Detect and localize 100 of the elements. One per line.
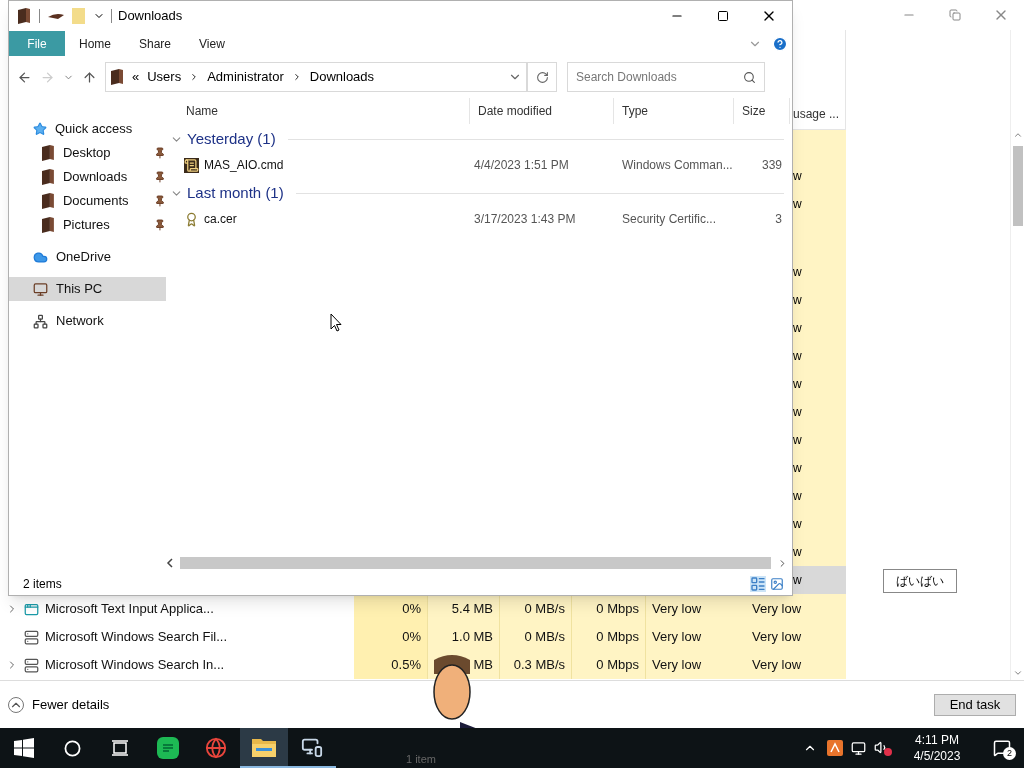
volume-muted-icon[interactable] (874, 740, 892, 756)
power-cell: Very low (646, 595, 746, 623)
certificate-icon (184, 211, 199, 227)
folder-icon (41, 169, 55, 185)
column-header[interactable]: Name (166, 98, 470, 124)
process-name: Microsoft Windows Search In... (45, 656, 225, 675)
refresh-button[interactable] (527, 62, 557, 92)
column-header[interactable]: Type (614, 98, 734, 124)
power-trend-cell-text: w (793, 432, 803, 449)
nav-item[interactable]: This PC (9, 277, 166, 301)
status-text: 2 items (23, 576, 63, 593)
star-icon (33, 122, 47, 136)
nav-item[interactable]: Quick access (9, 117, 166, 141)
network-cell: 0 Mbps (572, 623, 646, 651)
power-trend-cell: Very low (746, 595, 846, 623)
end-task-button[interactable]: End task (934, 693, 1016, 716)
pin-icon[interactable] (154, 195, 166, 207)
refresh-icon[interactable] (535, 70, 549, 84)
bookmark-icon[interactable] (48, 12, 64, 20)
column-header[interactable]: Date modified (470, 98, 614, 124)
notifications-button[interactable]: 2 (980, 728, 1024, 768)
ribbon-tab[interactable]: View (185, 31, 239, 56)
column-header[interactable]: usage ... (793, 105, 840, 123)
network-cell: 0 Mbps (572, 651, 646, 679)
process-name: Microsoft Text Input Applica... (45, 600, 214, 619)
disk-cell: 0.3 MB/s (500, 651, 572, 679)
fewer-details-button[interactable]: Fewer details (8, 694, 110, 715)
nav-item[interactable]: Desktop (9, 141, 166, 165)
cpu-cell: 0% (354, 595, 428, 623)
memory-cell: 5.4 MB (428, 595, 500, 623)
back-icon[interactable] (17, 69, 32, 85)
power-trend-cell-text: w (793, 404, 803, 421)
group-header[interactable]: Yesterday (1) (187, 127, 276, 151)
power-trend-cell-text: w (793, 320, 803, 337)
monitor-icon (33, 281, 48, 297)
nav-item[interactable]: Documents (9, 189, 166, 213)
scroll-up-icon[interactable] (1012, 130, 1023, 140)
power-trend-cell-text: w (793, 544, 803, 561)
horizontal-scrollbar[interactable] (166, 555, 788, 571)
taskbar-button[interactable] (240, 728, 288, 768)
folder-icon (41, 217, 55, 233)
notification-count: 2 (1003, 747, 1016, 760)
pin-icon[interactable] (154, 219, 166, 231)
folder-icon (41, 193, 55, 209)
vertical-scrollbar[interactable] (1010, 30, 1024, 680)
nav-item[interactable]: Pictures (9, 213, 166, 237)
scroll-left-icon[interactable] (166, 558, 174, 568)
large-icons-view-icon[interactable] (770, 577, 784, 591)
cpu-cell: 0.5% (354, 651, 428, 679)
breadcrumb[interactable]: Downloads (309, 67, 375, 87)
browser-icon (205, 737, 227, 759)
scrollbar-thumb[interactable] (180, 557, 771, 569)
notes-app-icon (157, 737, 179, 759)
cloud-icon (33, 249, 48, 265)
maximize-icon[interactable] (717, 10, 729, 22)
network-cell: 0 Mbps (572, 595, 646, 623)
address-overflow[interactable]: « (132, 67, 140, 87)
notifications-icon[interactable] (993, 739, 1011, 757)
file-name[interactable]: ca.cer (204, 210, 237, 228)
breadcrumb[interactable]: Administrator (207, 67, 284, 87)
window-title: Downloads (118, 7, 183, 26)
date-cell-text: 4/4/2023 1:51 PM (473, 157, 570, 174)
type-cell-text: Windows Comman... (621, 157, 734, 174)
column-header[interactable]: Size (734, 98, 790, 124)
help-icon[interactable] (772, 35, 788, 52)
nav-item[interactable]: OneDrive (9, 245, 166, 269)
nav-item[interactable]: Network (9, 309, 166, 333)
pin-icon[interactable] (154, 171, 166, 183)
search-field[interactable]: Search Downloads (567, 62, 765, 92)
remote-desktop-icon (301, 736, 323, 758)
network-icon (33, 313, 48, 329)
nav-item[interactable]: Downloads (9, 165, 166, 189)
details-view-icon[interactable] (750, 576, 766, 592)
mouse-cursor-icon (330, 313, 342, 332)
up-icon[interactable] (82, 69, 97, 85)
file-name[interactable]: MAS_AIO.cmd (204, 156, 284, 174)
power-trend-cell-text: w (793, 376, 803, 393)
ribbon-tab[interactable]: Share (125, 31, 186, 56)
breadcrumb[interactable]: Users (147, 67, 182, 87)
address-bar[interactable]: « Users Administrator Downloads (105, 62, 527, 92)
date-cell-text: 3/17/2023 1:43 PM (473, 211, 577, 228)
pin-icon[interactable] (154, 147, 166, 159)
search-icon[interactable] (743, 70, 756, 84)
power-trend-cell-text: w (793, 348, 803, 365)
power-trend-cell-text: w (793, 460, 803, 477)
group-header[interactable]: Last month (1) (187, 181, 284, 205)
script-file-icon (184, 157, 199, 173)
memory-cell: 1.0 MB (428, 623, 500, 651)
power-cell: Very low (646, 623, 746, 651)
power-trend-cell-text: w (793, 488, 803, 505)
folder-icon (41, 145, 55, 161)
network-icon[interactable] (851, 740, 866, 756)
text-button[interactable]: ばいばい (883, 569, 957, 593)
ribbon-tab[interactable]: Home (65, 31, 125, 56)
power-trend-cell: Very low (746, 623, 846, 651)
clock[interactable]: 4:11 PM 4/5/2023 (902, 732, 972, 764)
app-tray-icon[interactable] (827, 740, 843, 756)
scrollbar-thumb[interactable] (1012, 146, 1023, 226)
service-icon (24, 657, 39, 673)
scroll-down-icon[interactable] (1012, 668, 1023, 678)
